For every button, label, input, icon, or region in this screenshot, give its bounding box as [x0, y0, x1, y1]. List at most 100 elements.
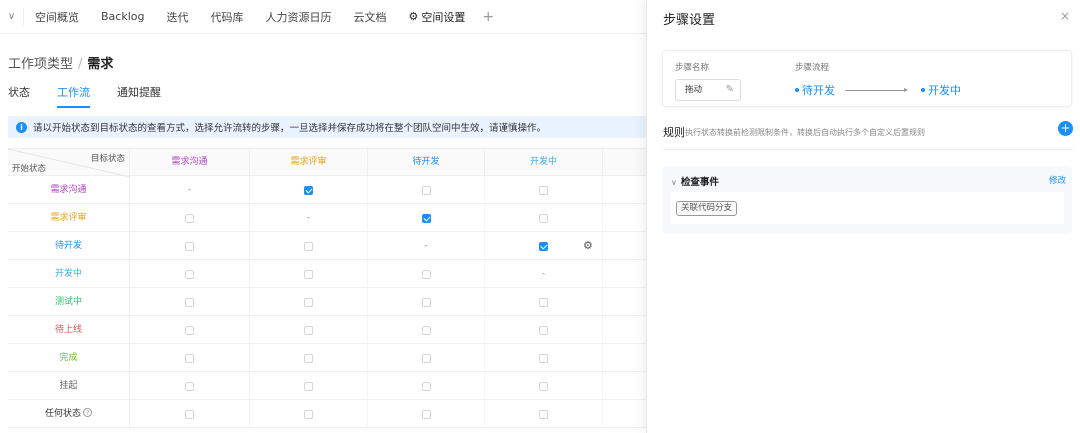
- matrix-cell: [368, 204, 485, 232]
- help-icon[interactable]: ?: [83, 408, 92, 417]
- nav-item-overview[interactable]: 空间概览: [24, 9, 90, 25]
- check-event-title: 检查事件: [680, 177, 719, 188]
- matrix-cell: [250, 372, 368, 400]
- corner-target-label: 目标状态: [90, 154, 125, 164]
- matrix-cell: [368, 400, 485, 428]
- edit-event-link[interactable]: 修改: [1049, 174, 1066, 186]
- tab-status[interactable]: 状态: [8, 84, 30, 108]
- column-header: 需求沟通: [130, 149, 250, 177]
- rules-section: 规则 执行状态转换前检测限制条件，转换后自动执行多个自定义后置规则 +: [663, 121, 1073, 150]
- matrix-cell: [130, 344, 250, 372]
- matrix-cell: [368, 344, 485, 372]
- flow-from-dot: [795, 88, 799, 92]
- matrix-cell: -: [485, 260, 603, 288]
- close-icon[interactable]: ×: [1060, 9, 1070, 23]
- transition-checkbox[interactable]: [539, 325, 548, 335]
- nav-item-hr-calendar[interactable]: 人力资源日历: [254, 9, 342, 25]
- transition-checkbox[interactable]: [304, 297, 313, 307]
- transition-checkbox[interactable]: [304, 269, 313, 279]
- transition-checkbox[interactable]: [185, 269, 194, 279]
- row-label: 任何状态?: [8, 400, 130, 428]
- transition-checkbox[interactable]: [304, 353, 313, 363]
- transition-checkbox[interactable]: [304, 241, 313, 251]
- transition-checkbox[interactable]: [421, 409, 431, 419]
- transition-checkbox[interactable]: [185, 241, 194, 251]
- matrix-row: 待上线: [8, 316, 646, 344]
- matrix-corner: 目标状态 开始状态: [8, 149, 130, 177]
- transition-checkbox[interactable]: [304, 381, 313, 391]
- transition-checkbox[interactable]: [185, 325, 194, 335]
- matrix-cell: [368, 260, 485, 288]
- transition-checkbox[interactable]: [539, 353, 548, 363]
- add-rule-button[interactable]: +: [1058, 121, 1073, 136]
- notice-text: 请以开始状态到目标状态的查看方式，选择允许流转的步骤，一旦选择并保存成功将在整个…: [33, 123, 547, 134]
- matrix-cell: -: [250, 204, 368, 232]
- row-label: 待开发: [8, 232, 130, 260]
- transition-checkbox[interactable]: [185, 353, 194, 363]
- nav-item-cloud-docs[interactable]: 云文档: [342, 9, 397, 25]
- matrix-cell: [485, 344, 603, 372]
- transition-checkbox[interactable]: [539, 185, 548, 195]
- transition-checkbox[interactable]: [304, 325, 313, 335]
- transition-checkbox[interactable]: [539, 409, 548, 419]
- matrix-row: 挂起: [8, 372, 646, 400]
- transition-checkbox[interactable]: [185, 381, 194, 391]
- nav-item-space-settings[interactable]: ⚙ 空间设置: [397, 9, 476, 25]
- transition-checkbox[interactable]: [421, 269, 431, 279]
- matrix-cell: [130, 232, 250, 260]
- matrix-cell: [130, 316, 250, 344]
- row-label-text: 需求沟通: [50, 185, 87, 195]
- step-info-card: 步骤名称 步骤流程 拖动 ✎ 待开发 开发中: [662, 50, 1072, 107]
- chevron-down-icon[interactable]: ∨: [671, 178, 677, 187]
- check-event-header[interactable]: ∨ 检查事件: [671, 174, 719, 188]
- transition-checkbox[interactable]: [185, 297, 194, 307]
- add-tab-button[interactable]: +: [476, 9, 500, 25]
- nav-item-code-repo[interactable]: 代码库: [199, 9, 254, 25]
- transition-checkbox-checked[interactable]: [304, 185, 313, 195]
- matrix-cell: [485, 176, 603, 204]
- transition-settings-gear-icon[interactable]: ⚙: [583, 240, 595, 252]
- step-name-input[interactable]: 拖动 ✎: [675, 79, 741, 101]
- row-label-text: 待上线: [54, 325, 82, 335]
- nav-item-backlog[interactable]: Backlog: [90, 10, 155, 23]
- matrix-cell: [130, 204, 250, 232]
- transition-checkbox[interactable]: [539, 381, 548, 391]
- transition-checkbox[interactable]: [539, 297, 548, 307]
- row-label-text: 挂起: [59, 381, 78, 391]
- tab-notifications[interactable]: 通知提醒: [117, 84, 161, 108]
- transition-checkbox[interactable]: [539, 213, 548, 223]
- transition-checkbox[interactable]: [185, 409, 194, 419]
- nav-item-iteration[interactable]: 迭代: [155, 9, 199, 25]
- breadcrumb-parent[interactable]: 工作项类型: [8, 57, 73, 72]
- transition-checkbox[interactable]: [421, 185, 431, 195]
- transition-checkbox[interactable]: [304, 409, 313, 419]
- nav-item-space-settings-label: 空间设置: [421, 10, 466, 24]
- matrix-cell: [485, 372, 603, 400]
- row-label: 测试中: [8, 288, 130, 316]
- same-state-dash: -: [187, 185, 192, 195]
- matrix-cell: -: [368, 232, 485, 260]
- transition-checkbox-checked[interactable]: [539, 241, 548, 251]
- matrix-cell: [250, 400, 368, 428]
- edit-pencil-icon[interactable]: ✎: [726, 80, 734, 100]
- matrix-cell: [485, 316, 603, 344]
- transition-checkbox[interactable]: [421, 381, 431, 391]
- rules-description: 执行状态转换前检测限制条件，转换后自动执行多个自定义后置规则: [685, 128, 925, 137]
- transition-checkbox[interactable]: [185, 213, 194, 223]
- matrix-cell: [368, 176, 485, 204]
- transition-checkbox[interactable]: [421, 353, 431, 363]
- chevron-down-icon[interactable]: ∨: [0, 7, 24, 26]
- matrix-header: 目标状态 开始状态 需求沟通 需求评审 待开发 开发中: [8, 148, 646, 177]
- row-label: 开发中: [8, 260, 130, 288]
- transition-checkbox-checked[interactable]: [421, 213, 431, 223]
- row-label-text: 开发中: [54, 269, 82, 279]
- matrix-row: 开发中 -: [8, 260, 646, 288]
- transition-checkbox[interactable]: [421, 297, 431, 307]
- row-label: 挂起: [8, 372, 130, 400]
- matrix-row: 需求沟通 -: [8, 176, 646, 204]
- matrix-cell: [250, 344, 368, 372]
- transition-checkbox[interactable]: [421, 325, 431, 335]
- tab-workflow[interactable]: 工作流: [57, 84, 90, 108]
- step-name-label: 步骤名称: [675, 63, 710, 73]
- step-flow: 待开发 开发中: [795, 82, 961, 98]
